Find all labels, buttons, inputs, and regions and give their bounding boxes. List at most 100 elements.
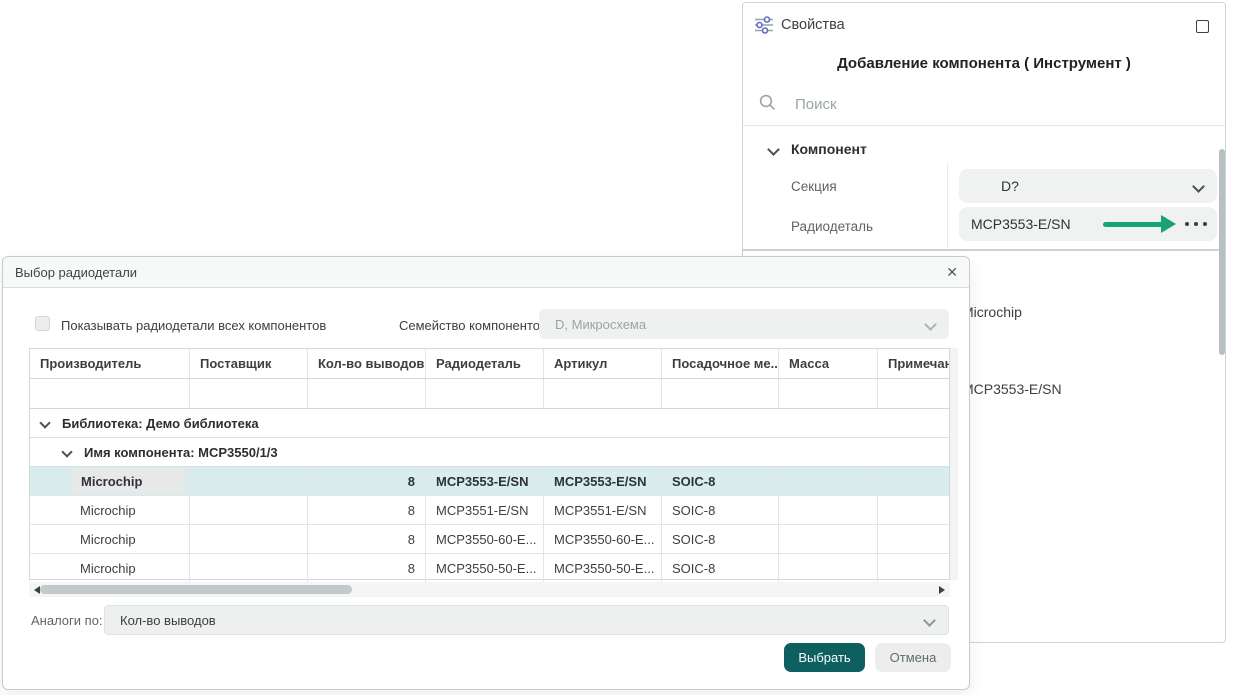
panel-window-toggle-icon[interactable]: [1196, 20, 1209, 33]
analogs-value: Кол-во выводов: [120, 613, 216, 628]
cell-note: [878, 496, 949, 524]
family-dropdown[interactable]: D, Микросхема: [539, 309, 949, 339]
close-icon[interactable]: ✕: [946, 264, 958, 281]
cell-mass: [779, 525, 878, 553]
section-value: D?: [1001, 178, 1019, 194]
family-value: D, Микросхема: [555, 317, 646, 332]
filter-cell[interactable]: [878, 379, 949, 408]
cell-pins: 8: [308, 496, 426, 524]
header-supplier[interactable]: Поставщик: [190, 349, 308, 378]
cell-part: MCP3550-50-E...: [426, 554, 544, 583]
part-select-dialog: Выбор радиодетали ✕ Показывать радиодета…: [2, 256, 970, 690]
cell-footprint: SOIC-8: [662, 467, 779, 495]
cancel-button[interactable]: Отмена: [875, 643, 951, 672]
cell-supplier: [190, 467, 308, 495]
chevron-down-icon: [923, 614, 936, 627]
header-note[interactable]: Примечание: [878, 349, 949, 378]
search-input[interactable]: [793, 90, 1177, 118]
cell-article: MCP3550-50-E...: [544, 554, 662, 583]
dialog-titlebar[interactable]: Выбор радиодетали ✕: [3, 257, 969, 288]
search-row: [757, 89, 1197, 119]
cell-pins: 8: [308, 525, 426, 553]
panel-manufacturer-value: Microchip: [962, 304, 1022, 320]
cell-note: [878, 467, 949, 495]
section-dropdown[interactable]: D?: [959, 169, 1217, 203]
part-value: MCP3553-E/SN: [971, 216, 1071, 232]
select-button[interactable]: Выбрать: [784, 643, 865, 672]
family-label: Семейство компонентов :: [399, 318, 554, 333]
scrollbar-thumb[interactable]: [40, 585, 352, 594]
table-horizontal-scrollbar[interactable]: [29, 582, 950, 597]
cell-article: MCP3551-E/SN: [544, 496, 662, 524]
group-component-label: Имя компонента: MCP3550/1/3: [84, 445, 278, 460]
panel-vertical-scrollbar[interactable]: [1219, 149, 1225, 355]
green-arrow-icon: [1103, 215, 1176, 233]
header-mass[interactable]: Масса: [779, 349, 878, 378]
header-manufacturer[interactable]: Производитель: [30, 349, 190, 378]
cell-article: MCP3553-E/SN: [544, 467, 662, 495]
panel-part-value: MCP3553-E/SN: [962, 381, 1062, 397]
add-component-title: Добавление компонента ( Инструмент ): [743, 55, 1225, 72]
group-library-label: Библиотека: Демо библиотека: [62, 416, 259, 431]
search-icon: [759, 94, 776, 111]
cell-manufacturer: Microchip: [30, 554, 190, 583]
cell-manufacturer: Microchip: [30, 525, 190, 553]
analogs-label: Аналоги по:: [31, 613, 103, 628]
cell-pins: 8: [308, 554, 426, 583]
table-filter-row: [30, 379, 949, 409]
filter-cell[interactable]: [779, 379, 878, 408]
filter-cell[interactable]: [308, 379, 426, 408]
chevron-down-icon: [39, 417, 50, 428]
cell-footprint: SOIC-8: [662, 554, 779, 583]
chevron-down-icon: [924, 318, 937, 331]
group-row-component[interactable]: Имя компонента: MCP3550/1/3: [30, 438, 949, 467]
filter-cell[interactable]: [544, 379, 662, 408]
cell-supplier: [190, 554, 308, 583]
component-section-title: Компонент: [791, 141, 867, 157]
table-row[interactable]: Microchip 8 MCP3551-E/SN MCP3551-E/SN SO…: [30, 496, 949, 525]
filter-cell[interactable]: [30, 379, 190, 408]
cell-footprint: SOIC-8: [662, 525, 779, 553]
properties-panel-header: Свойства: [743, 3, 1225, 47]
chevron-down-icon: [1192, 180, 1205, 193]
filter-cell[interactable]: [662, 379, 779, 408]
analogs-dropdown[interactable]: Кол-во выводов: [104, 605, 949, 635]
dialog-title: Выбор радиодетали: [15, 265, 137, 280]
cell-part: MCP3551-E/SN: [426, 496, 544, 524]
table-row[interactable]: Microchip 8 MCP3550-60-E... MCP3550-60-E…: [30, 525, 949, 554]
focused-cell: Microchip: [72, 469, 186, 493]
cell-note: [878, 525, 949, 553]
cell-supplier: [190, 496, 308, 524]
parts-table: Производитель Поставщик Кол-во выводов Р…: [29, 348, 950, 580]
cell-part: MCP3550-60-E...: [426, 525, 544, 553]
ellipsis-button[interactable]: [1185, 222, 1207, 226]
cell-article: MCP3550-60-E...: [544, 525, 662, 553]
cell-manufacturer: Microchip: [30, 496, 190, 524]
sliders-icon: [753, 14, 775, 41]
chevron-down-icon: [767, 143, 780, 156]
divider: [743, 125, 1225, 126]
table-header-row: Производитель Поставщик Кол-во выводов Р…: [30, 349, 949, 379]
section-field-label: Секция: [791, 179, 837, 194]
component-section-header[interactable]: Компонент: [743, 141, 1225, 163]
cell-supplier: [190, 525, 308, 553]
show-all-label: Показывать радиодетали всех компонентов: [61, 318, 326, 333]
header-part[interactable]: Радиодеталь: [426, 349, 544, 378]
show-all-checkbox[interactable]: [35, 316, 50, 331]
part-field[interactable]: MCP3553-E/SN: [959, 207, 1217, 241]
header-footprint[interactable]: Посадочное ме...: [662, 349, 779, 378]
cell-pins: 8: [308, 467, 426, 495]
chevron-down-icon: [61, 446, 72, 457]
group-row-library[interactable]: Библиотека: Демо библиотека: [30, 409, 949, 438]
cell-part: MCP3553-E/SN: [426, 467, 544, 495]
table-row[interactable]: Microchip 8 MCP3553-E/SN MCP3553-E/SN SO…: [30, 467, 949, 496]
divider: [743, 249, 1225, 251]
cell-mass: [779, 554, 878, 583]
filter-cell[interactable]: [426, 379, 544, 408]
table-vertical-scrollbar[interactable]: [950, 348, 958, 580]
header-pins[interactable]: Кол-во выводов: [308, 349, 426, 378]
table-row[interactable]: Microchip 8 MCP3550-50-E... MCP3550-50-E…: [30, 554, 949, 583]
scroll-right-icon[interactable]: [939, 586, 945, 594]
header-article[interactable]: Артикул: [544, 349, 662, 378]
filter-cell[interactable]: [190, 379, 308, 408]
